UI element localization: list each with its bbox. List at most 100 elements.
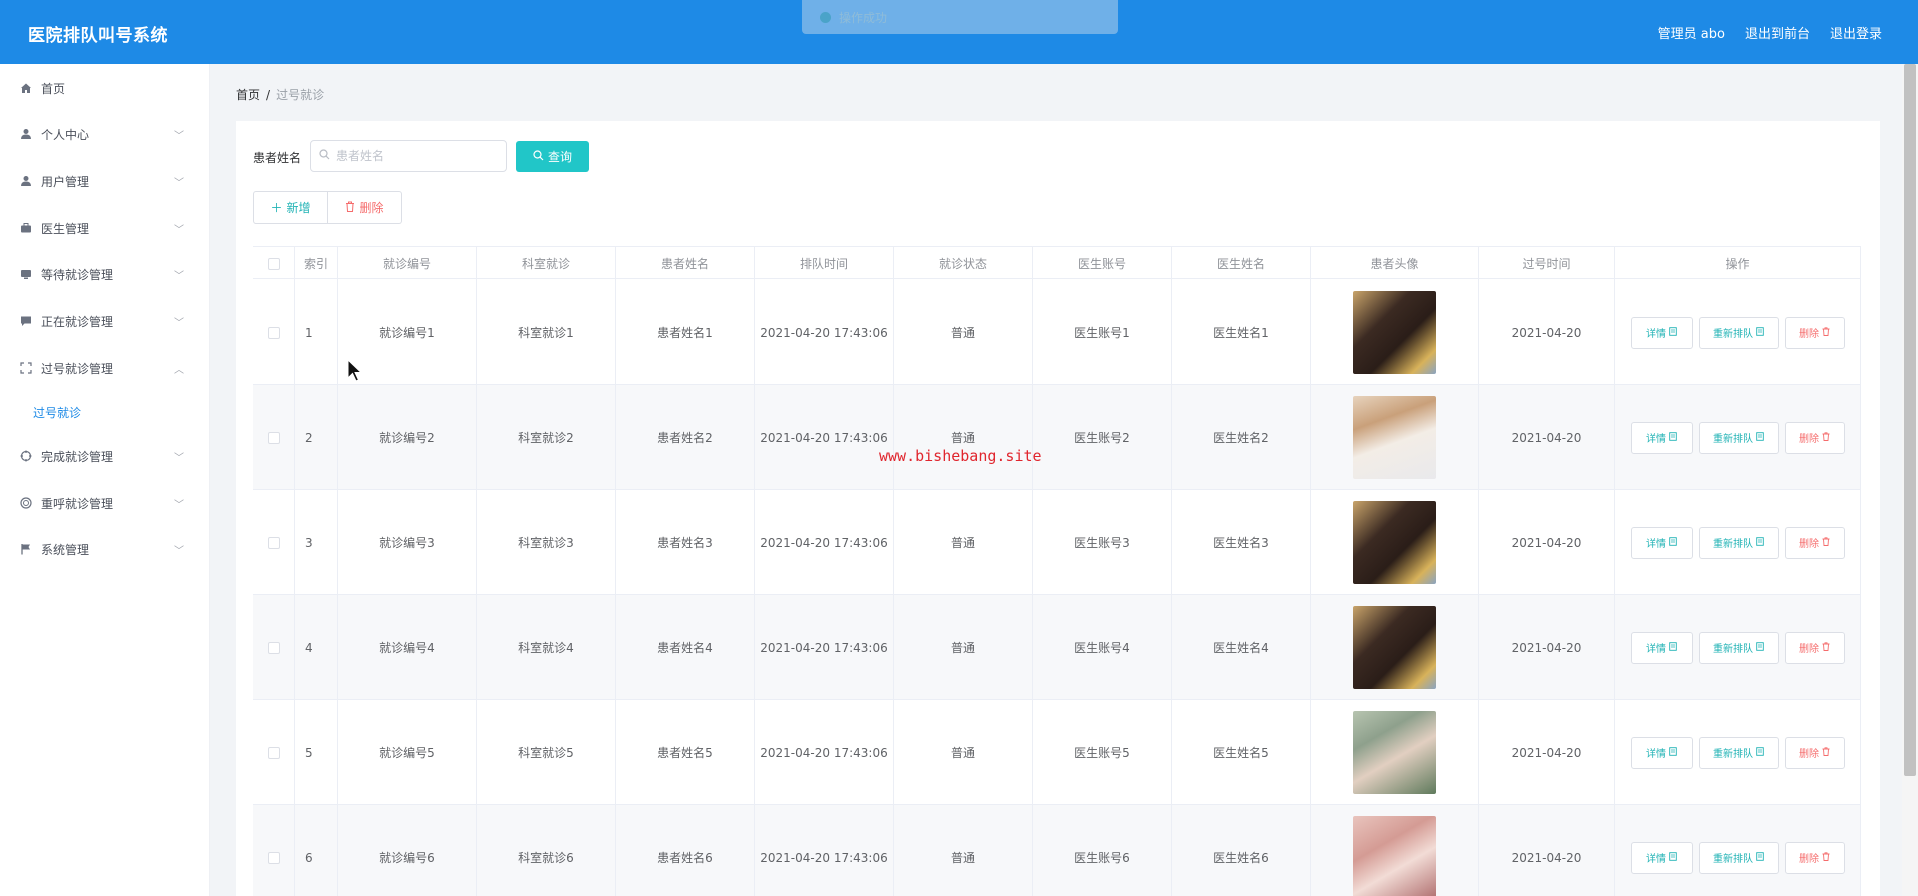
detail-button[interactable]: 详情 bbox=[1630, 631, 1693, 664]
detail-button[interactable]: 详情 bbox=[1630, 736, 1693, 769]
search-input[interactable] bbox=[336, 149, 486, 163]
sidebar-item-completed-management[interactable]: 完成就诊管理 ﹀ bbox=[0, 439, 210, 473]
chevron-down-icon: ﹀ bbox=[174, 131, 184, 142]
sidebar-item-label: 重呼就诊管理 bbox=[41, 496, 114, 511]
success-icon bbox=[820, 11, 831, 23]
header-doctor-account: 医生账号 bbox=[1033, 247, 1172, 280]
sidebar-subitem-missed[interactable]: 过号就诊 bbox=[0, 397, 210, 427]
add-button[interactable]: ＋ 新增 bbox=[253, 191, 328, 224]
delete-button[interactable]: 删除 bbox=[1784, 736, 1845, 769]
sidebar-item-recall-management[interactable]: 重呼就诊管理 ﹀ bbox=[0, 486, 210, 520]
detail-button[interactable]: 详情 bbox=[1630, 526, 1693, 559]
sidebar-item-doctor-management[interactable]: 医生管理 ﹀ bbox=[0, 211, 210, 245]
chat-icon bbox=[19, 314, 33, 328]
requeue-button[interactable]: 重新排队 bbox=[1698, 841, 1779, 874]
breadcrumb-home[interactable]: 首页 bbox=[236, 88, 260, 102]
cell-index: 5 bbox=[295, 700, 338, 805]
breadcrumb-separator: / bbox=[266, 88, 271, 102]
query-button[interactable]: 查询 bbox=[516, 141, 589, 172]
cell-queue-time: 2021-04-20 17:43:06 bbox=[755, 385, 894, 490]
cell-doctor-account: 医生账号2 bbox=[1033, 385, 1172, 490]
cell-actions: 详情 重新排队 删除 bbox=[1615, 280, 1861, 385]
cell-missed-time: 2021-04-20 bbox=[1479, 490, 1615, 595]
cell-dept: 科室就诊1 bbox=[477, 280, 616, 385]
sidebar-subitem-label: 过号就诊 bbox=[33, 405, 82, 420]
patient-avatar bbox=[1353, 606, 1436, 689]
chevron-down-icon: ﹀ bbox=[174, 546, 184, 557]
header-patient: 患者姓名 bbox=[616, 247, 755, 280]
select-all-checkbox[interactable] bbox=[267, 257, 280, 270]
admin-label[interactable]: 管理员 abo bbox=[1658, 23, 1725, 42]
table-row[interactable]: 4 就诊编号4 科室就诊4 患者姓名4 2021-04-20 17:43:06 普通 医生账… bbox=[253, 595, 1861, 700]
delete-button-label: 删除 bbox=[1799, 434, 1819, 445]
trash-icon bbox=[1822, 641, 1830, 654]
requeue-button[interactable]: 重新排队 bbox=[1698, 526, 1779, 559]
row-checkbox[interactable] bbox=[267, 746, 280, 759]
batch-delete-label: 删除 bbox=[359, 201, 384, 215]
row-checkbox[interactable] bbox=[267, 536, 280, 549]
patient-avatar bbox=[1353, 816, 1436, 896]
row-select bbox=[253, 595, 295, 700]
delete-button[interactable]: 删除 bbox=[1784, 526, 1845, 559]
back-to-front-link[interactable]: 退出到前台 bbox=[1745, 23, 1810, 42]
cell-dept: 科室就诊3 bbox=[477, 490, 616, 595]
delete-button[interactable]: 删除 bbox=[1784, 316, 1845, 349]
document-icon bbox=[1756, 431, 1764, 444]
detail-button-label: 详情 bbox=[1646, 329, 1666, 340]
table-row[interactable]: 5 就诊编号5 科室就诊5 患者姓名5 2021-04-20 17:43:06 普通 医生账… bbox=[253, 700, 1861, 805]
requeue-button-label: 重新排队 bbox=[1713, 434, 1753, 445]
logout-link[interactable]: 退出登录 bbox=[1830, 23, 1882, 42]
row-checkbox[interactable] bbox=[267, 641, 280, 654]
delete-button-label: 删除 bbox=[1799, 854, 1819, 865]
sidebar-item-user-management[interactable]: 用户管理 ﹀ bbox=[0, 164, 210, 198]
cell-avatar bbox=[1311, 280, 1479, 385]
row-actions: 详情 重新排队 删除 bbox=[1630, 526, 1845, 559]
detail-button[interactable]: 详情 bbox=[1630, 841, 1693, 874]
delete-button[interactable]: 删除 bbox=[1784, 421, 1845, 454]
detail-button[interactable]: 详情 bbox=[1630, 421, 1693, 454]
row-actions: 详情 重新排队 删除 bbox=[1630, 841, 1845, 874]
row-actions: 详情 重新排队 删除 bbox=[1630, 631, 1845, 664]
row-checkbox[interactable] bbox=[267, 851, 280, 864]
table-row[interactable]: 2 就诊编号2 科室就诊2 患者姓名2 2021-04-20 17:43:06 普通 医生账… bbox=[253, 385, 1861, 490]
table-row[interactable]: 1 就诊编号1 科室就诊1 患者姓名1 2021-04-20 17:43:06 普通 医生账… bbox=[253, 280, 1861, 385]
search-field[interactable] bbox=[310, 140, 507, 172]
query-button-label: 查询 bbox=[547, 150, 572, 164]
sidebar-item-home[interactable]: 首页 bbox=[0, 71, 210, 105]
requeue-button[interactable]: 重新排队 bbox=[1698, 631, 1779, 664]
requeue-button[interactable]: 重新排队 bbox=[1698, 736, 1779, 769]
detail-button-label: 详情 bbox=[1646, 539, 1666, 550]
sidebar-item-system-management[interactable]: 系统管理 ﹀ bbox=[0, 532, 210, 566]
delete-button[interactable]: 删除 bbox=[1784, 841, 1845, 874]
batch-delete-button[interactable]: 删除 bbox=[328, 191, 402, 224]
sidebar-item-label: 首页 bbox=[41, 81, 66, 96]
trash-icon bbox=[1822, 746, 1830, 759]
trash-icon bbox=[1822, 431, 1830, 444]
table-row[interactable]: 3 就诊编号3 科室就诊3 患者姓名3 2021-04-20 17:43:06 普通 医生账… bbox=[253, 490, 1861, 595]
requeue-button[interactable]: 重新排队 bbox=[1698, 316, 1779, 349]
cell-queue-time: 2021-04-20 17:43:06 bbox=[755, 490, 894, 595]
document-icon bbox=[1756, 326, 1764, 339]
sidebar-item-waiting-management[interactable]: 等待就诊管理 ﹀ bbox=[0, 257, 210, 291]
page-scrollbar-thumb[interactable] bbox=[1904, 64, 1916, 776]
sidebar-item-personal-center[interactable]: 个人中心 ﹀ bbox=[0, 117, 210, 151]
requeue-button-label: 重新排队 bbox=[1713, 329, 1753, 340]
detail-button[interactable]: 详情 bbox=[1630, 316, 1693, 349]
patient-avatar bbox=[1353, 291, 1436, 374]
row-checkbox[interactable] bbox=[267, 326, 280, 339]
sidebar-item-label: 正在就诊管理 bbox=[41, 314, 114, 329]
cell-index: 3 bbox=[295, 490, 338, 595]
requeue-button[interactable]: 重新排队 bbox=[1698, 421, 1779, 454]
row-select bbox=[253, 700, 295, 805]
delete-button[interactable]: 删除 bbox=[1784, 631, 1845, 664]
sidebar-item-in-progress-management[interactable]: 正在就诊管理 ﹀ bbox=[0, 304, 210, 338]
document-icon bbox=[1756, 641, 1764, 654]
cell-missed-time: 2021-04-20 bbox=[1479, 280, 1615, 385]
sidebar-item-missed-management[interactable]: 过号就诊管理 ︿ bbox=[0, 351, 210, 385]
table-row[interactable]: 6 就诊编号6 科室就诊6 患者姓名6 2021-04-20 17:43:06 普通 医生账… bbox=[253, 805, 1861, 896]
patient-avatar bbox=[1353, 711, 1436, 794]
document-icon bbox=[1756, 851, 1764, 864]
row-checkbox[interactable] bbox=[267, 431, 280, 444]
cell-patient: 患者姓名1 bbox=[616, 280, 755, 385]
user-icon bbox=[19, 174, 33, 188]
